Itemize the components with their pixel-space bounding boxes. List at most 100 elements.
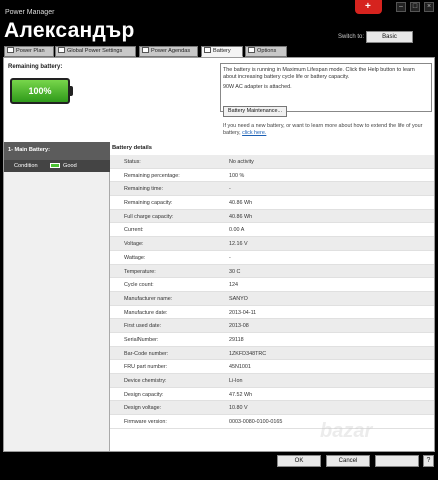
tab-options[interactable]: Options <box>245 46 287 57</box>
row-label: Bar-Code number: <box>124 350 169 357</box>
click-here-link[interactable]: click here. <box>242 130 266 136</box>
tab-label: Options <box>257 48 277 54</box>
row-value: - <box>229 254 231 261</box>
cancel-button[interactable]: Cancel <box>326 455 370 467</box>
table-row: Current: 0.00 A <box>110 223 434 238</box>
table-row: Remaining time: - <box>110 182 434 197</box>
tab-label: Power Agendas <box>151 48 191 54</box>
info-adapter-text: 90W AC adapter is attached. <box>223 84 292 90</box>
table-row: Manufacturer name: SANYO <box>110 291 434 306</box>
table-row: Temperature: 30 C <box>110 264 434 279</box>
row-label: Voltage: <box>124 241 144 248</box>
title-bar: Power Manager Александър + – □ × Switch … <box>0 0 438 44</box>
tab-global-power-settings[interactable]: Global Power Settings <box>55 46 136 57</box>
row-label: Design capacity: <box>124 391 164 398</box>
ok-button[interactable]: OK <box>277 455 321 467</box>
row-label: Cycle count: <box>124 282 154 289</box>
battery-gauge-icon: 100% <box>10 78 70 104</box>
tab-power-agendas[interactable]: Power Agendas <box>139 46 198 57</box>
tab-label: Global Power Settings <box>67 48 123 54</box>
tab-power-plan[interactable]: Power Plan <box>4 46 54 57</box>
battery-panel: Remaining battery: 100% The battery is r… <box>3 57 435 452</box>
battery-percent: 100% <box>28 86 52 96</box>
row-label: First used date: <box>124 323 162 330</box>
maximize-button[interactable]: □ <box>410 2 420 12</box>
help-icon[interactable]: ? <box>423 455 434 467</box>
switch-label: Switch to: <box>338 34 365 40</box>
row-value: - <box>229 186 231 193</box>
row-value: 100 % <box>229 172 245 179</box>
app-logo: + <box>355 0 382 14</box>
row-value: 10.80 V <box>229 405 248 412</box>
table-row: Full charge capacity: 40.86 Wh <box>110 209 434 224</box>
row-label: Temperature: <box>124 268 156 275</box>
table-row: Bar-Code number: 1ZKFD348TRC <box>110 346 434 361</box>
row-value: SANYO <box>229 295 248 302</box>
row-value: 29118 <box>229 336 244 343</box>
tab-battery[interactable]: Battery <box>201 46 243 57</box>
overlay-name-text: Александър <box>4 19 135 42</box>
row-label: Remaining capacity: <box>124 200 173 207</box>
checkbox-icon <box>248 47 255 53</box>
row-label: Remaining percentage: <box>124 172 180 179</box>
row-value: 124 <box>229 282 238 289</box>
sidebar-item-main-battery[interactable]: 1- Main Battery: <box>4 142 110 160</box>
table-row: Device chemistry: Li-Ion <box>110 374 434 388</box>
new-battery-text: If you need a new battery, or want to le… <box>223 123 433 137</box>
row-value: 0.00 A <box>229 227 245 234</box>
row-value: 2013-08 <box>229 323 249 330</box>
minimize-button[interactable]: – <box>396 2 406 12</box>
table-row: FRU part number: 45N1001 <box>110 360 434 374</box>
row-label: Manufacture date: <box>124 309 168 316</box>
table-row: Design capacity: 47.52 Wh <box>110 388 434 402</box>
tab-label: Power Plan <box>16 48 45 54</box>
row-label: Firmware version: <box>124 419 167 426</box>
battery-details: Battery details Status: No activity Remain… <box>110 142 434 451</box>
details-table: Status: No activity Remaining percentage: 1… <box>110 155 434 429</box>
row-value: 47.52 Wh <box>229 391 253 398</box>
condition-label: Condition <box>14 163 38 169</box>
row-label: Current: <box>124 227 144 234</box>
row-label: FRU part number: <box>124 364 168 371</box>
plus-icon: + <box>365 1 371 12</box>
table-row: SerialNumber: 29118 <box>110 333 434 347</box>
row-label: Device chemistry: <box>124 378 167 384</box>
row-label: Design voltage: <box>124 405 162 412</box>
table-row: Remaining percentage: 100 % <box>110 169 434 183</box>
table-row: Firmware version: 0003-0080-0100-0165 <box>110 415 434 429</box>
table-row: Cycle count: 124 <box>110 278 434 292</box>
dialog-footer: OK Cancel ? <box>0 452 438 480</box>
row-value: 45N1001 <box>229 364 251 371</box>
row-label: Wattage: <box>124 254 146 261</box>
row-value: 0003-0080-0100-0165 <box>229 419 283 426</box>
info-mode-text: The battery is running in Maximum Lifesp… <box>223 67 415 80</box>
close-button[interactable]: × <box>424 2 434 12</box>
row-value: 40.86 Wh <box>229 200 253 207</box>
battery-tip <box>69 86 73 96</box>
apply-button[interactable] <box>375 455 419 467</box>
table-row: Status: No activity <box>110 155 434 169</box>
row-value: 40.86 Wh <box>229 213 253 220</box>
row-value: 30 C <box>229 268 241 275</box>
battery-summary: Remaining battery: 100% The battery is r… <box>4 58 434 142</box>
remaining-battery-label: Remaining battery: <box>8 64 63 70</box>
row-value: 2013-04-11 <box>229 309 257 316</box>
row-value: No activity <box>229 159 254 165</box>
battery-maintenance-button[interactable]: Battery Maintenance... <box>223 106 287 117</box>
details-header: Battery details <box>112 145 152 151</box>
tab-label: Battery <box>213 48 231 54</box>
power-plan-icon <box>7 47 14 53</box>
row-label: Status: <box>124 159 141 165</box>
battery-icon <box>204 47 211 53</box>
mini-battery-icon <box>50 163 60 168</box>
table-row: First used date: 2013-08 <box>110 319 434 333</box>
condition-value: Good <box>63 163 77 169</box>
watermark-logo: bazar <box>320 420 373 442</box>
battery-condition-row: Condition Good <box>4 160 110 172</box>
row-value: 1ZKFD348TRC <box>229 350 267 357</box>
row-value: 12.16 V <box>229 241 248 248</box>
table-row: Design voltage: 10.80 V <box>110 401 434 416</box>
switch-mode-button[interactable]: Basic <box>366 31 413 43</box>
table-row: Voltage: 12.16 V <box>110 237 434 251</box>
calendar-icon <box>142 47 149 53</box>
